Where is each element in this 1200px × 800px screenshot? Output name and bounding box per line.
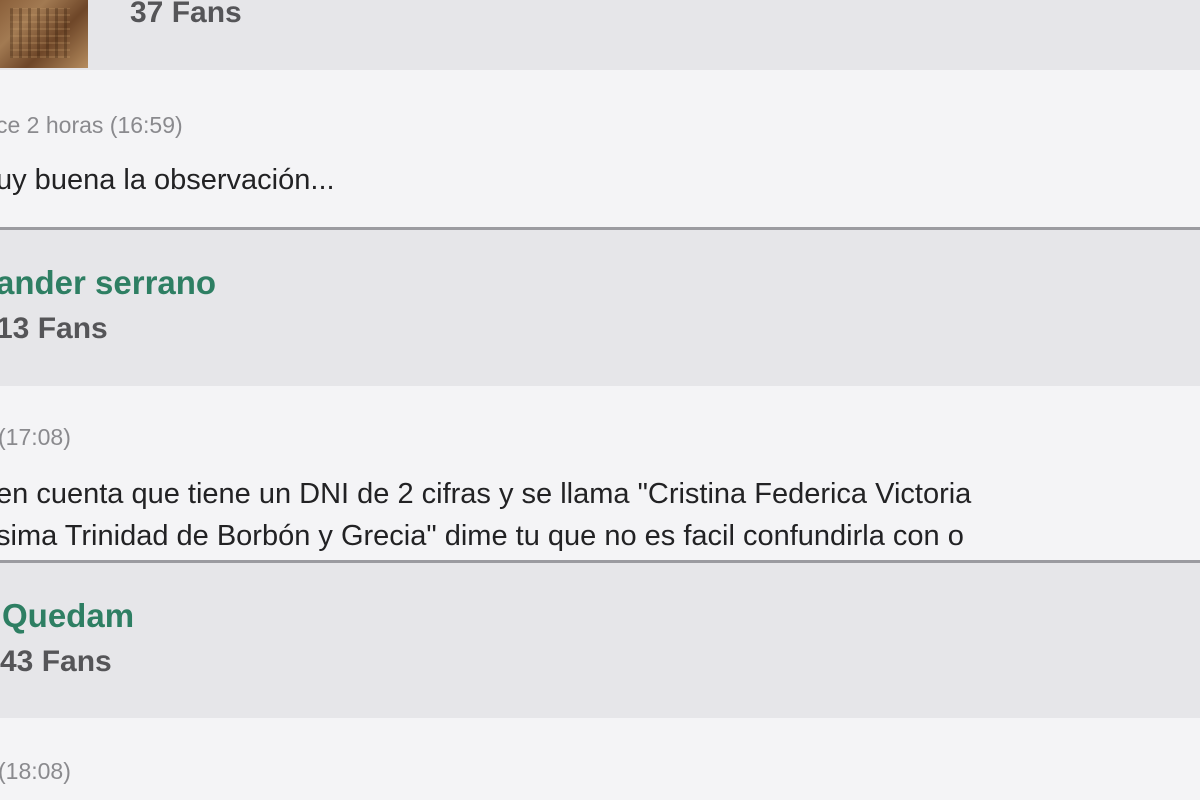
user-name-link[interactable]: Quedam bbox=[2, 597, 134, 635]
user-name-link[interactable]: ander serrano bbox=[0, 264, 216, 302]
comment: (18:08) bbox=[0, 718, 1200, 800]
fan-count: 43 Fans bbox=[0, 645, 112, 678]
fan-count: 37 Fans bbox=[130, 0, 242, 29]
comment-text: en cuenta que tiene un DNI de 2 cifras y… bbox=[0, 478, 972, 510]
fan-count: 13 Fans bbox=[0, 312, 108, 345]
comment-text: uy buena la observación... bbox=[0, 164, 335, 196]
user-avatar[interactable] bbox=[0, 0, 88, 68]
comment-text: sima Trinidad de Borbón y Grecia" dime t… bbox=[0, 520, 964, 552]
comments-page: 37 Fans ce 2 horas (16:59) uy buena la o… bbox=[0, 0, 1200, 800]
comment-timestamp: (18:08) bbox=[0, 758, 71, 784]
user-header: Quedam 43 Fans bbox=[0, 563, 1200, 718]
user-header: ander serrano 13 Fans bbox=[0, 230, 1200, 386]
comment-timestamp: ce 2 horas (16:59) bbox=[0, 112, 183, 138]
comment: (17:08) en cuenta que tiene un DNI de 2 … bbox=[0, 386, 1200, 560]
comment: ce 2 horas (16:59) uy buena la observaci… bbox=[0, 70, 1200, 228]
comment-timestamp: (17:08) bbox=[0, 424, 71, 450]
user-header: 37 Fans bbox=[0, 0, 1200, 70]
